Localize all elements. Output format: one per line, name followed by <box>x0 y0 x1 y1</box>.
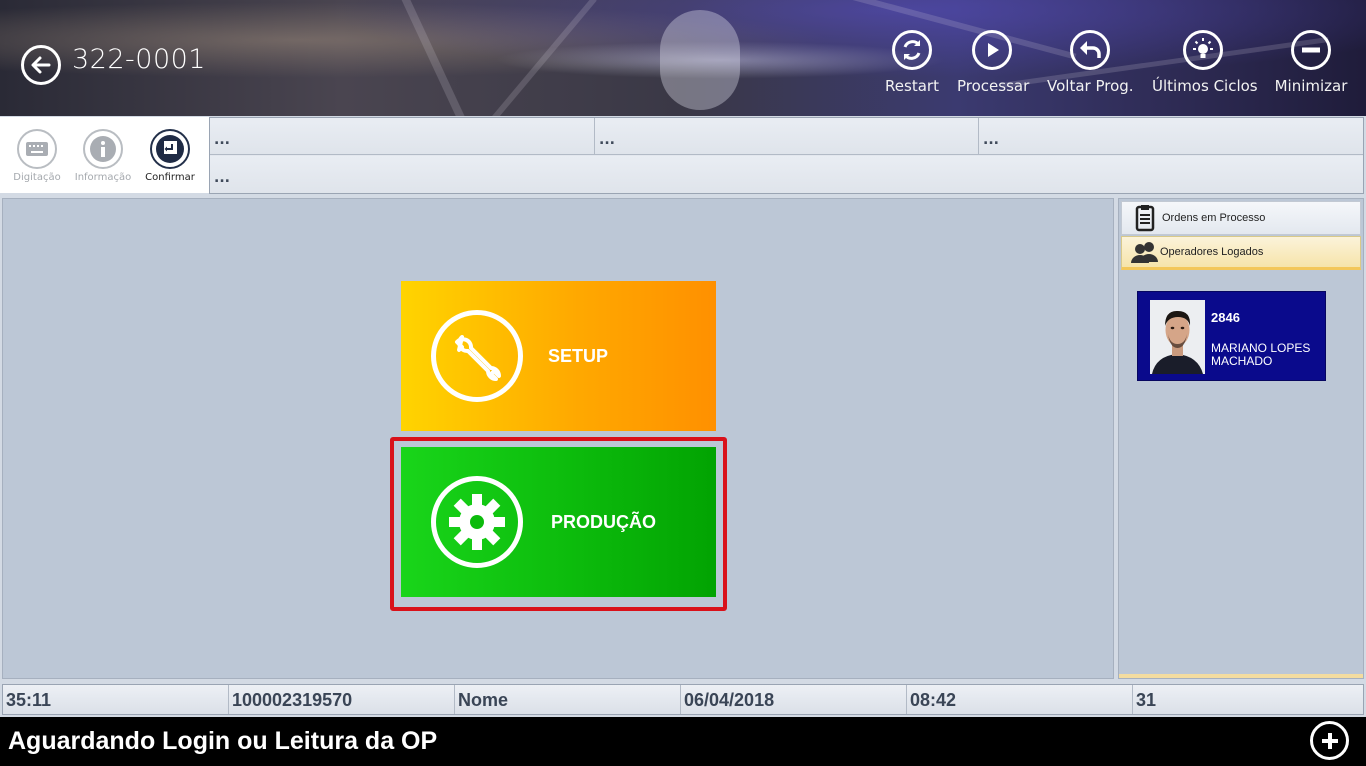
status-count: 31 <box>1133 685 1363 714</box>
enter-icon <box>156 135 184 163</box>
plus-icon <box>1321 732 1338 749</box>
info-icon <box>90 136 116 162</box>
background-decoration <box>489 0 597 116</box>
back-button[interactable] <box>21 45 61 85</box>
header-banner: 322-0001 Restart Processar Voltar Prog. <box>0 0 1366 116</box>
gear-icon <box>449 494 505 550</box>
play-icon <box>988 43 999 57</box>
confirmar-label: Confirmar <box>145 172 195 183</box>
status-date: 06/04/2018 <box>681 685 907 714</box>
background-decoration <box>400 0 468 116</box>
confirmar-button[interactable]: Confirmar <box>142 129 198 183</box>
operator-id: 2846 <box>1211 310 1240 325</box>
info-cell: ... <box>979 118 1363 155</box>
informacao-label: Informação <box>74 172 132 183</box>
ultimos-ciclos-label: Últimos Ciclos <box>1152 77 1258 95</box>
ultimos-ciclos-button[interactable]: Últimos Ciclos <box>1152 30 1258 95</box>
operator-photo <box>1150 300 1205 374</box>
clipboard-icon <box>1135 205 1155 232</box>
right-panel: Ordens em Processo Operadores Logados 28… <box>1118 198 1364 679</box>
expand-button[interactable] <box>1310 721 1349 760</box>
operator-name: MARIANO LOPES MACHADO <box>1211 341 1311 368</box>
producao-tile[interactable]: PRODUÇÃO <box>401 447 716 597</box>
background-decoration <box>660 10 740 110</box>
arrow-left-icon <box>31 56 51 74</box>
main-panel: SETUP PRODUÇÃO <box>2 198 1114 679</box>
informacao-button[interactable]: Informação <box>72 129 134 183</box>
info-cell: ... <box>210 118 595 155</box>
users-icon <box>1131 242 1158 263</box>
undo-icon <box>1080 41 1101 58</box>
message-bar: Aguardando Login ou Leitura da OP <box>0 717 1366 766</box>
status-timer: 35:11 <box>3 685 229 714</box>
minimizar-label: Minimizar <box>1274 77 1348 95</box>
status-name: Nome <box>455 685 681 714</box>
info-cell: ... <box>210 156 1363 193</box>
keyboard-icon <box>26 142 48 156</box>
setup-tile[interactable]: SETUP <box>401 281 716 431</box>
status-row: 35:11 100002319570 Nome 06/04/2018 08:42… <box>2 684 1364 715</box>
voltar-prog-button[interactable]: Voltar Prog. <box>1047 30 1134 95</box>
tab-operadores-label: Operadores Logados <box>1160 246 1264 258</box>
page-title: 322-0001 <box>72 44 206 75</box>
lightbulb-icon <box>1193 38 1213 58</box>
digitacao-label: Digitação <box>13 172 61 183</box>
side-toolbar: Digitação Informação Confirmar <box>0 117 209 193</box>
wrench-icon <box>455 335 501 381</box>
panel-bottom-accent <box>1119 674 1363 678</box>
status-time: 08:42 <box>907 685 1133 714</box>
status-message: Aguardando Login ou Leitura da OP <box>8 727 438 755</box>
info-grid: ... ... ... ... <box>209 117 1364 194</box>
restart-label: Restart <box>885 77 939 95</box>
digitacao-button[interactable]: Digitação <box>12 129 62 183</box>
producao-label: PRODUÇÃO <box>551 511 657 532</box>
processar-button[interactable]: Processar <box>957 30 1030 95</box>
processar-label: Processar <box>957 77 1030 95</box>
minus-icon <box>1302 47 1320 53</box>
voltar-prog-label: Voltar Prog. <box>1047 77 1134 95</box>
background-decoration <box>823 0 1077 60</box>
tab-operadores-logados[interactable]: Operadores Logados <box>1121 236 1361 270</box>
restart-icon <box>903 40 921 60</box>
info-cell: ... <box>595 118 979 155</box>
setup-label: SETUP <box>548 345 609 366</box>
restart-button[interactable]: Restart <box>883 30 941 95</box>
status-order-number: 100002319570 <box>229 685 455 714</box>
tab-ordens-label: Ordens em Processo <box>1162 212 1266 224</box>
operator-card[interactable]: 2846 MARIANO LOPES MACHADO <box>1137 291 1326 381</box>
tab-ordens-em-processo[interactable]: Ordens em Processo <box>1121 201 1361 235</box>
minimizar-button[interactable]: Minimizar <box>1274 30 1348 95</box>
